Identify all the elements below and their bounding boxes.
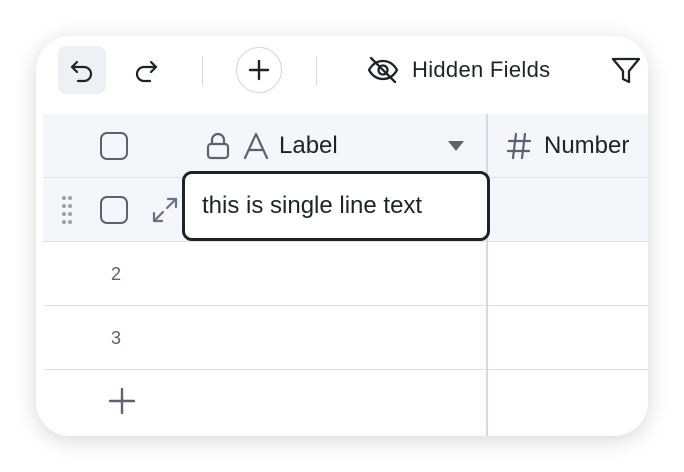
column-header-label-text: Label (279, 132, 338, 159)
undo-icon (70, 60, 93, 83)
hidden-fields-label: Hidden Fields (412, 57, 551, 82)
redo-icon (135, 60, 158, 83)
text-type-icon (243, 132, 269, 160)
row-checkbox[interactable] (100, 196, 128, 224)
plus-icon (108, 387, 136, 415)
plus-icon (248, 59, 270, 81)
eye-off-icon (367, 56, 399, 84)
table-row[interactable]: 2 (43, 242, 648, 306)
add-row-button[interactable] (99, 378, 145, 424)
row-number: 2 (110, 263, 121, 284)
redo-button[interactable] (122, 46, 170, 94)
undo-button[interactable] (58, 46, 106, 94)
table-row[interactable]: 3 (43, 306, 648, 370)
column-header-label[interactable]: Label (203, 114, 486, 178)
filter-button[interactable] (606, 50, 646, 90)
lock-icon (206, 132, 230, 160)
column-header-number[interactable]: Number (506, 114, 648, 178)
row-number: 3 (110, 327, 121, 348)
add-button[interactable] (236, 47, 282, 93)
drag-handle-icon[interactable] (61, 195, 73, 225)
column-divider[interactable] (486, 114, 488, 436)
filter-icon (611, 57, 641, 84)
hash-icon (506, 132, 532, 160)
grid-header-row: Label Number (43, 114, 648, 178)
add-row-area (43, 370, 648, 434)
expand-icon[interactable] (150, 195, 180, 225)
grid-view-panel: Hidden Fields Label Number this is singl… (36, 36, 648, 436)
cell-editor[interactable]: this is single line text (182, 171, 490, 241)
table-row[interactable]: this is single line text (43, 171, 648, 242)
toolbar: Hidden Fields (36, 36, 648, 114)
caret-down-icon[interactable] (446, 139, 466, 153)
toolbar-divider (202, 56, 203, 86)
hidden-fields-button[interactable]: Hidden Fields (362, 50, 554, 90)
column-header-number-text: Number (544, 132, 630, 159)
select-all-checkbox[interactable] (100, 132, 128, 160)
toolbar-divider (316, 56, 317, 86)
data-grid: Label Number this is single line text 2 … (43, 114, 648, 436)
